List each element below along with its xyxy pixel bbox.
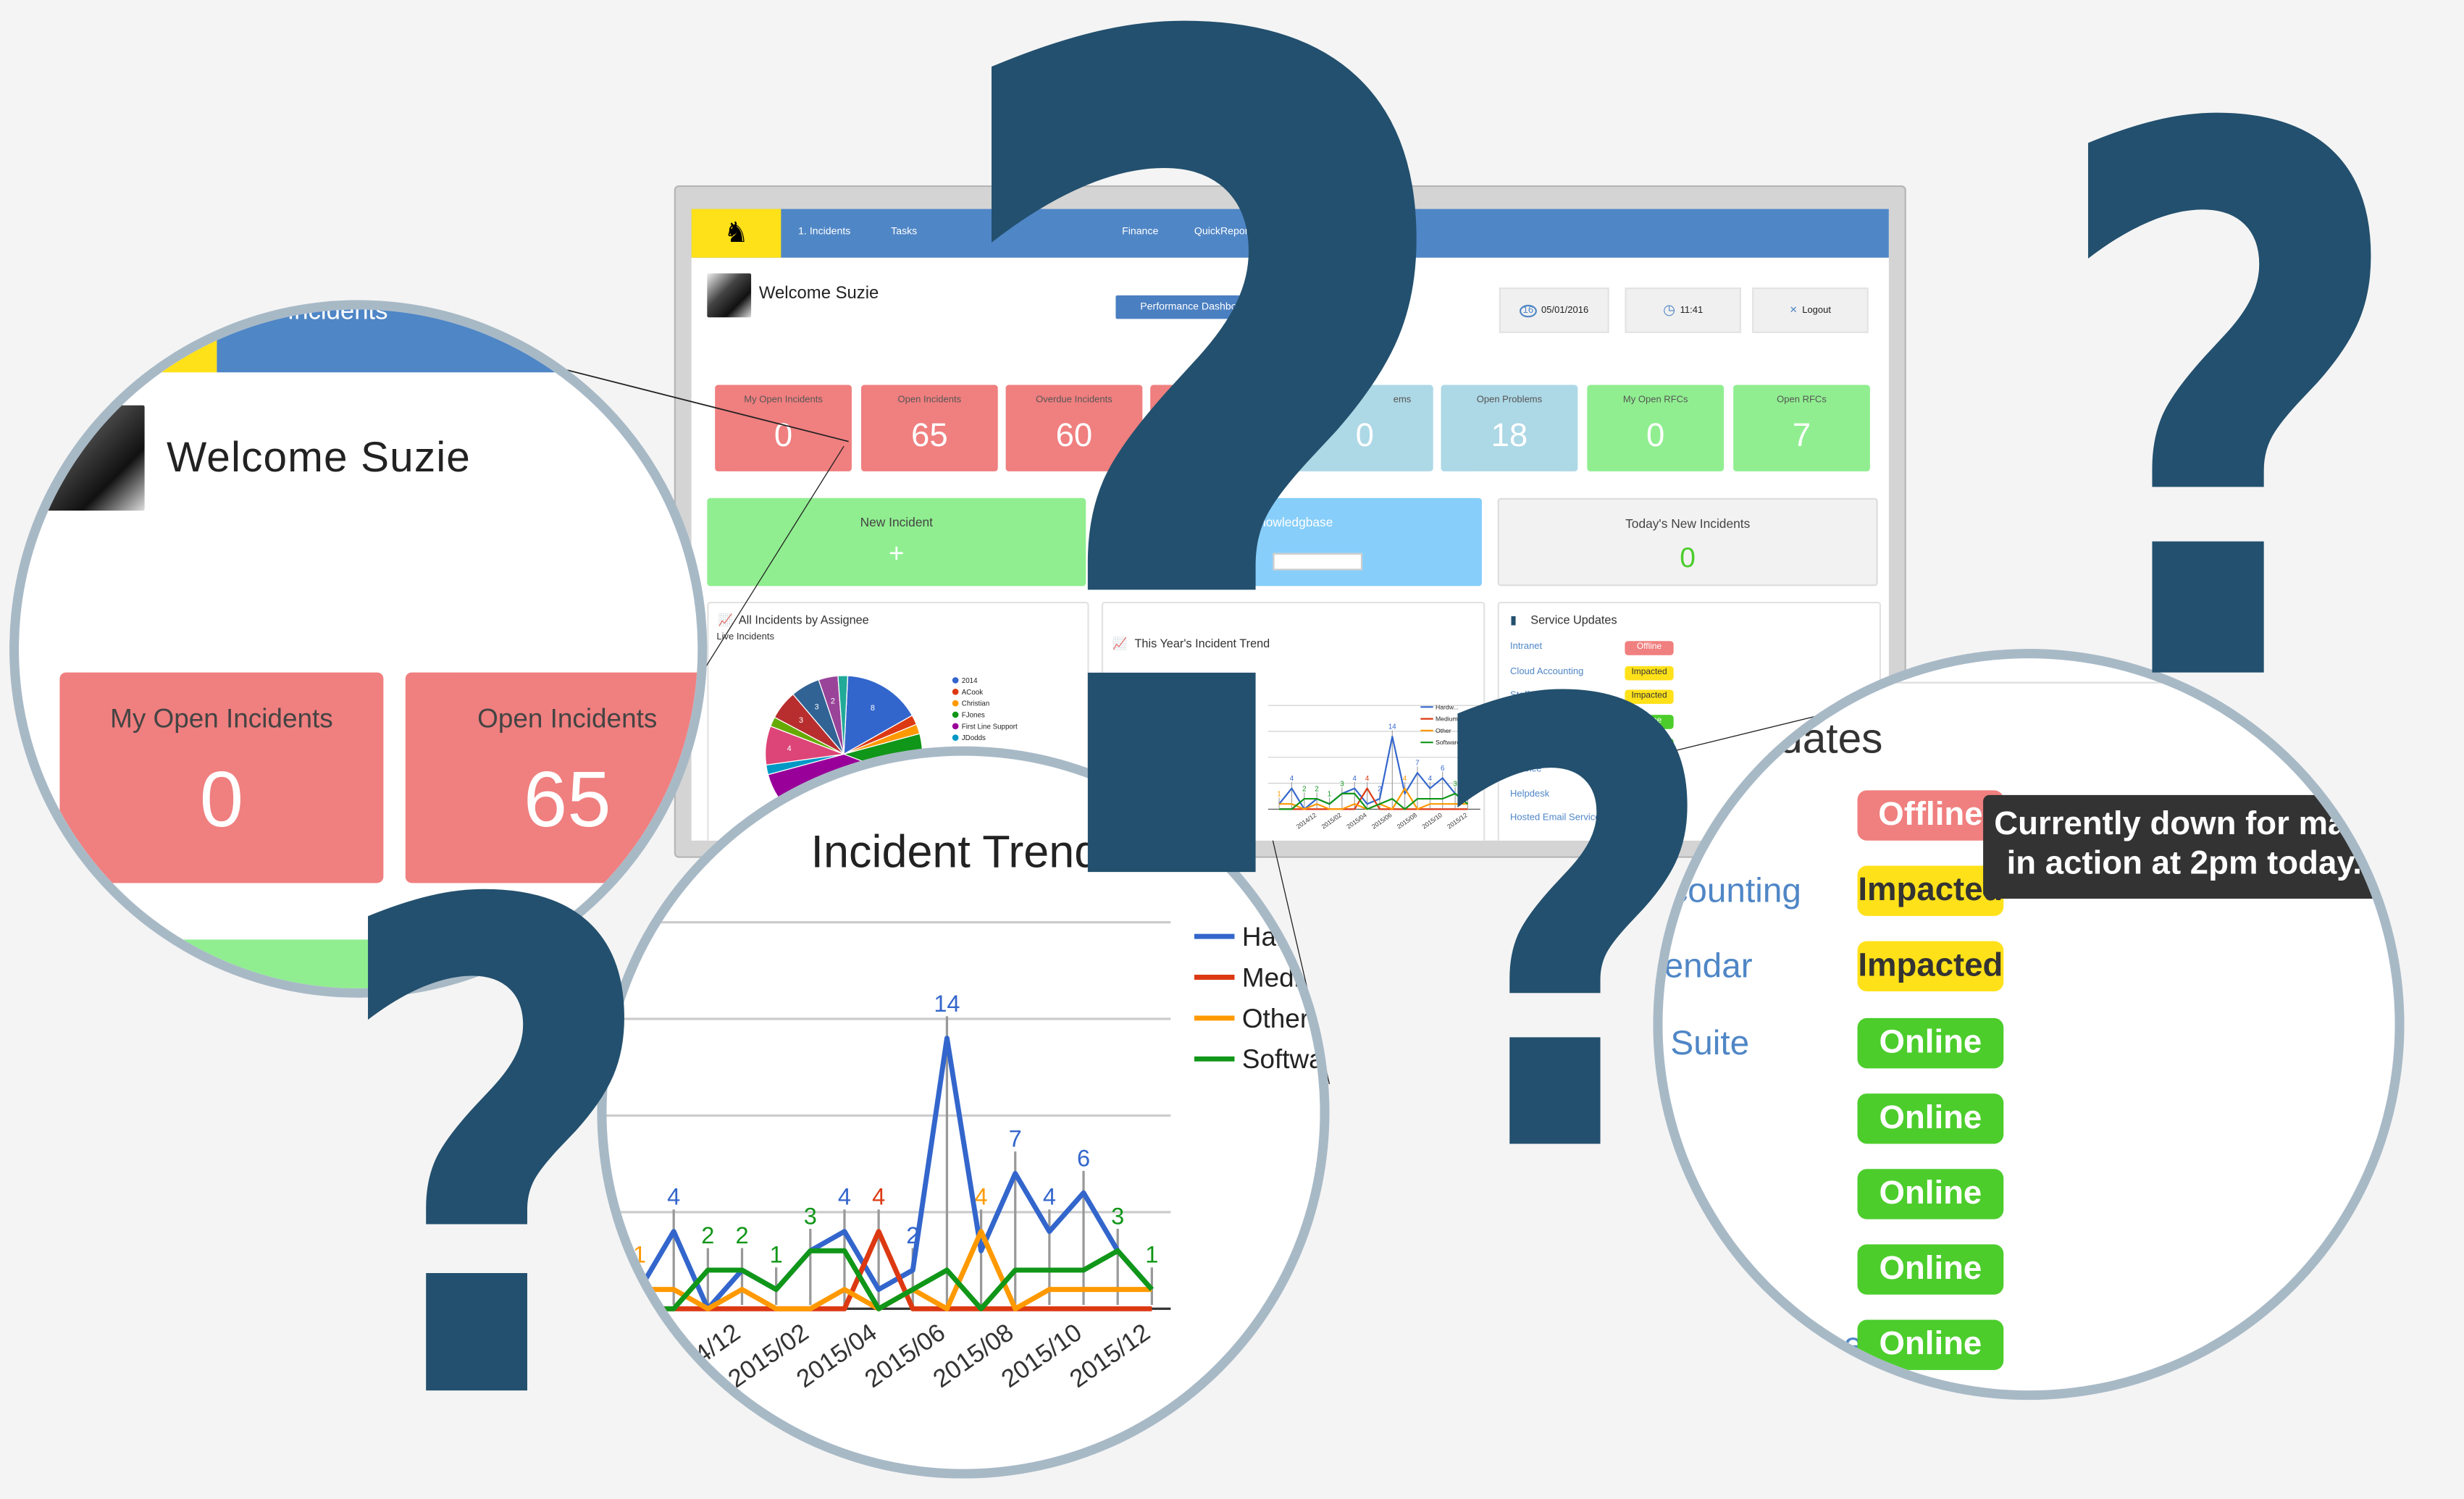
question-mark-icon: ? — [2045, 0, 2412, 850]
question-mark-icon: ? — [926, 0, 1478, 1143]
question-mark-icon: ? — [1422, 576, 1720, 1289]
question-mark-icon: ? — [328, 764, 661, 1499]
question-marks: ? ? ? ? — [328, 0, 2412, 1499]
promo-composite: ♞ 1. Incidents Tasks Finance QuickReport… — [0, 0, 2464, 1499]
